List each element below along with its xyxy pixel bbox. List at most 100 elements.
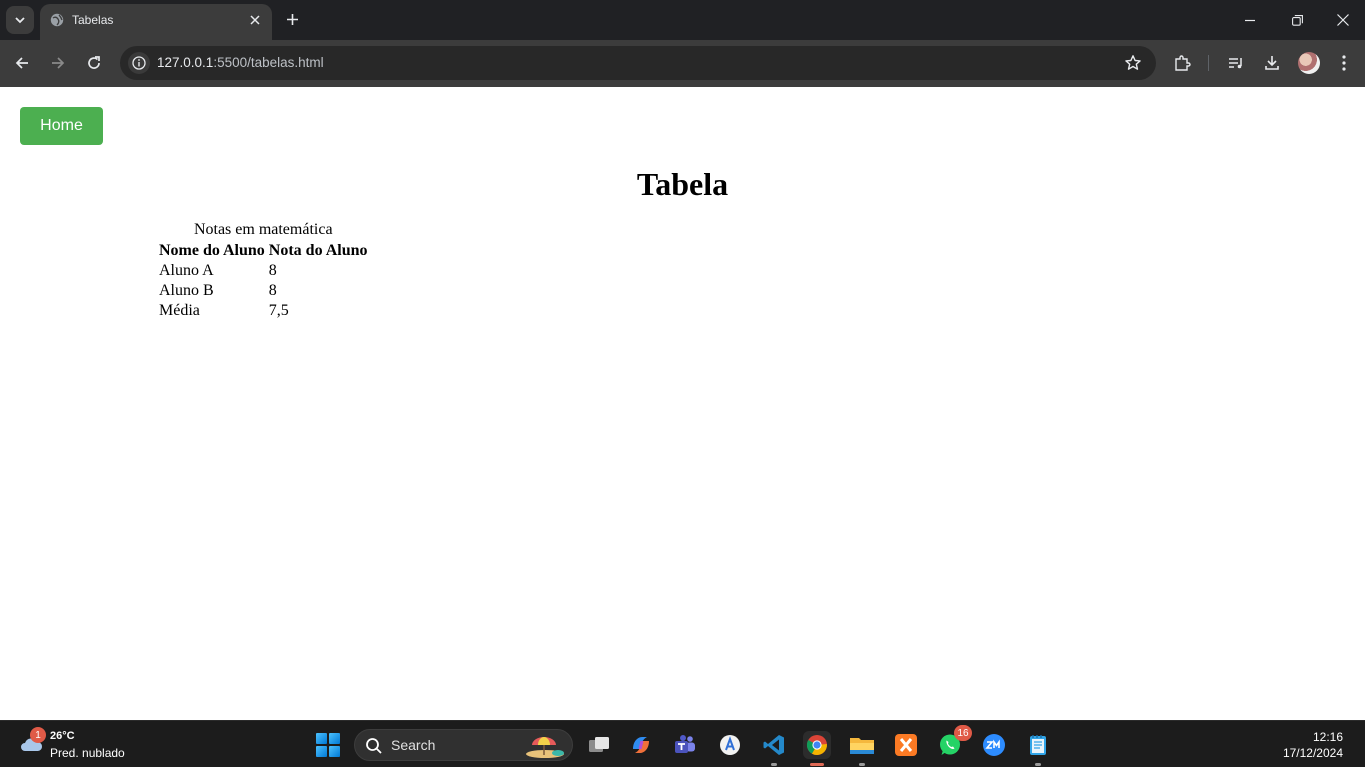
grades-table: Notas em matemática Nome do Aluno Nota d…	[156, 220, 371, 322]
zoom-icon	[983, 734, 1005, 756]
restore-button[interactable]	[1287, 10, 1307, 30]
chrome-app[interactable]	[803, 731, 831, 766]
weather-condition: Pred. nublado	[50, 746, 125, 760]
search-label: Search	[391, 737, 436, 753]
globe-icon	[50, 13, 64, 27]
student-name-cell: Aluno B	[159, 282, 214, 299]
table-header-row: Nome do Aluno Nota do Aluno	[158, 242, 369, 260]
back-button[interactable]	[10, 51, 34, 75]
puzzle-icon	[1175, 55, 1191, 71]
whatsapp-badge: 16	[954, 725, 972, 741]
windows-logo-tile	[329, 733, 340, 744]
beach-umbrella-icon	[526, 737, 564, 758]
notepad-app[interactable]	[1024, 731, 1052, 766]
running-indicator	[859, 763, 865, 766]
minimize-icon	[1244, 19, 1255, 21]
weather-widget[interactable]: 1 26°C Pred. nublado	[16, 727, 136, 763]
extensions-button[interactable]	[1172, 53, 1192, 73]
table-row: Média 7,5	[158, 302, 369, 320]
url-path: :5500/tabelas.html	[213, 55, 324, 70]
task-view-app[interactable]	[585, 731, 613, 759]
browser-toolbar: 127.0.0.1:5500/tabelas.html	[0, 40, 1365, 87]
running-indicator	[1035, 763, 1041, 766]
media-controls-button[interactable]	[1226, 53, 1246, 73]
compass-a-icon	[720, 735, 740, 755]
browser-tab[interactable]: Tabelas	[40, 4, 272, 40]
xampp-icon	[895, 734, 917, 756]
url-host: 127.0.0.1	[157, 55, 214, 70]
address-bar[interactable]: 127.0.0.1:5500/tabelas.html	[120, 46, 1156, 80]
downloads-button[interactable]	[1262, 53, 1282, 73]
new-tab-button[interactable]	[282, 9, 302, 29]
bookmark-star-icon[interactable]	[1124, 54, 1142, 72]
chevron-down-icon	[15, 17, 25, 24]
system-clock[interactable]: 12:16 17/12/2024	[1283, 729, 1343, 761]
table-row: Aluno B 8	[158, 282, 369, 300]
arrow-left-icon	[15, 57, 28, 69]
windows-logo-tile	[329, 746, 340, 757]
assistant-app[interactable]	[716, 731, 744, 759]
weather-badge: 1	[30, 727, 46, 743]
site-info-button[interactable]	[128, 52, 150, 74]
windows-logo-tile	[316, 746, 327, 757]
more-vertical-icon	[1342, 55, 1346, 71]
address-url: 127.0.0.1:5500/tabelas.html	[157, 55, 324, 70]
chrome-icon	[806, 735, 827, 756]
zoom-app[interactable]	[980, 731, 1008, 759]
student-name-cell: Média	[159, 302, 200, 319]
student-grade-cell: 7,5	[268, 302, 289, 319]
vscode-icon	[763, 735, 784, 755]
toolbar-divider	[1208, 55, 1209, 71]
start-button[interactable]	[316, 733, 340, 757]
forward-button[interactable]	[46, 51, 70, 75]
restore-icon	[1291, 14, 1303, 26]
student-grade-cell: 8	[268, 282, 277, 299]
tab-close-button[interactable]	[247, 12, 263, 28]
copilot-app[interactable]	[627, 731, 655, 759]
task-view-icon	[589, 737, 609, 752]
folder-icon	[850, 738, 874, 754]
reload-button[interactable]	[82, 51, 106, 75]
taskbar-search[interactable]: Search	[354, 729, 573, 761]
close-icon	[1337, 14, 1349, 26]
teams-icon	[675, 735, 695, 753]
active-indicator	[810, 763, 824, 766]
vscode-app[interactable]	[760, 731, 788, 766]
taskbar: 1 26°C Pred. nublado Search 16 12:16 17/…	[0, 720, 1365, 767]
column-header-grade: Nota do Aluno	[268, 242, 368, 259]
reload-icon	[88, 56, 100, 69]
student-grade-cell: 8	[268, 262, 277, 279]
arrow-right-icon	[52, 57, 65, 69]
info-icon	[132, 56, 146, 70]
playlist-music-icon	[1229, 58, 1242, 69]
download-icon	[1265, 56, 1279, 70]
close-window-button[interactable]	[1333, 10, 1353, 30]
browser-menu-button[interactable]	[1334, 53, 1354, 73]
student-name-cell: Aluno A	[159, 262, 214, 279]
plus-icon	[286, 13, 298, 25]
table-caption: Notas em matemática	[193, 221, 333, 238]
profile-avatar[interactable]	[1298, 52, 1320, 74]
weather-temperature: 26°C	[50, 730, 75, 742]
column-header-name: Nome do Aluno	[159, 242, 265, 259]
windows-logo-tile	[316, 733, 327, 744]
page-content: Home Tabela Notas em matemática Nome do …	[0, 87, 1365, 720]
tab-title: Tabelas	[72, 13, 114, 27]
teams-app[interactable]	[671, 731, 699, 759]
running-indicator	[771, 763, 777, 766]
table-row: Aluno A 8	[158, 262, 369, 280]
browser-tab-strip: Tabelas	[0, 0, 1365, 40]
xampp-app[interactable]	[892, 731, 920, 759]
copilot-icon	[633, 737, 649, 753]
page-title: Tabela	[636, 166, 729, 202]
minimize-button[interactable]	[1240, 10, 1260, 30]
clock-date: 17/12/2024	[1282, 746, 1343, 760]
tab-search-button[interactable]	[6, 6, 34, 34]
search-icon	[366, 738, 382, 754]
whatsapp-app[interactable]: 16	[936, 725, 972, 759]
close-icon	[250, 15, 260, 25]
notepad-icon	[1030, 735, 1046, 755]
clock-time: 12:16	[1312, 730, 1343, 744]
home-button[interactable]: Home	[20, 107, 103, 145]
file-explorer-app[interactable]	[848, 731, 876, 766]
